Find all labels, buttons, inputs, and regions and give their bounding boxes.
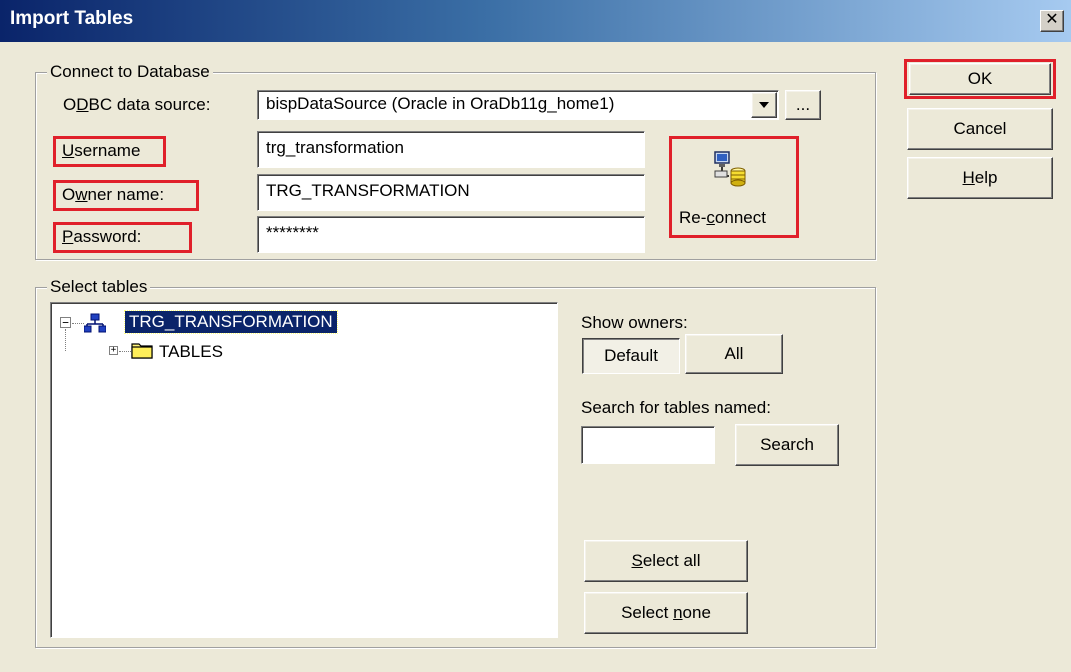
database-connect-icon — [714, 151, 746, 187]
connect-group-legend: Connect to Database — [47, 62, 213, 82]
select-none-button[interactable]: Select none — [584, 592, 748, 634]
window-title: Import Tables — [10, 8, 134, 29]
search-label: Search for tables named: — [581, 398, 771, 417]
help-button[interactable]: Help — [907, 157, 1053, 199]
all-owners-button[interactable]: All — [685, 334, 783, 374]
table-tree[interactable]: − TRG_TRANSFORMATION + TABLES — [50, 302, 558, 638]
close-icon: ✕ — [1045, 11, 1059, 28]
show-owners-label: Show owners: — [581, 313, 688, 332]
tree-collapse-toggle[interactable]: − — [60, 317, 71, 328]
odbc-select[interactable]: bispDataSource (Oracle in OraDb11g_home1… — [257, 90, 779, 120]
username-field[interactable]: trg_transformation — [257, 131, 645, 168]
select-all-label: Select all — [631, 551, 701, 570]
owner-name-label: Owner name: — [62, 185, 165, 204]
help-label: Help — [962, 168, 998, 187]
tree-connector — [119, 351, 131, 352]
folder-icon — [131, 343, 153, 359]
tree-node-tables[interactable]: TABLES — [159, 342, 223, 362]
close-button[interactable]: ✕ — [1040, 10, 1064, 32]
tree-connector — [65, 329, 66, 351]
select-all-button[interactable]: Select all — [584, 540, 748, 582]
title-bar — [0, 0, 1071, 42]
tree-node-schema[interactable]: TRG_TRANSFORMATION — [124, 310, 338, 334]
search-input[interactable] — [581, 426, 715, 464]
browse-button[interactable]: ... — [785, 90, 821, 120]
cancel-button[interactable]: Cancel — [907, 108, 1053, 150]
ok-button[interactable]: OK — [909, 63, 1051, 95]
odbc-select-value: bispDataSource (Oracle in OraDb11g_home1… — [266, 94, 615, 113]
tree-expand-toggle[interactable]: + — [109, 346, 118, 355]
default-owner-button[interactable]: Default — [582, 338, 680, 374]
tree-connector — [72, 323, 84, 324]
select-none-label: Select none — [621, 603, 711, 622]
reconnect-label: Re-connect — [679, 208, 766, 227]
owner-name-field[interactable]: TRG_TRANSFORMATION — [257, 174, 645, 211]
odbc-label: ODBC data source: — [63, 95, 211, 114]
select-tables-legend: Select tables — [47, 277, 151, 297]
reconnect-button[interactable]: Re-connect — [675, 142, 793, 232]
username-label: Username — [62, 141, 141, 160]
password-field[interactable]: ******** — [257, 216, 645, 253]
chevron-down-icon — [759, 102, 769, 108]
schema-icon — [84, 313, 106, 333]
password-label: Password: — [62, 227, 142, 246]
search-button[interactable]: Search — [735, 424, 839, 466]
odbc-dropdown-button[interactable] — [751, 92, 777, 118]
